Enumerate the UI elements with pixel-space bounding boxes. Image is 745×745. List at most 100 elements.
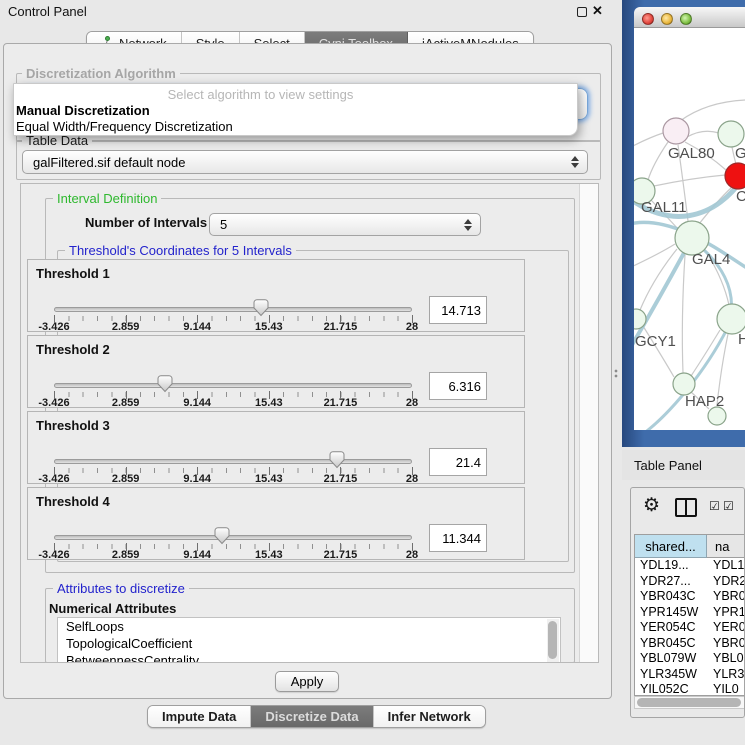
threshold-4-slider-thumb[interactable] xyxy=(214,527,230,545)
cell-name[interactable]: YBR0 xyxy=(707,589,745,605)
column-header-shared-name[interactable]: shared... xyxy=(635,535,707,558)
threshold-2-slider-track[interactable] xyxy=(54,383,412,388)
column-header-name[interactable]: na xyxy=(707,535,745,558)
bottom-tab-bar: Impute Data Discretize Data Infer Networ… xyxy=(147,705,486,728)
checkbox-icon-1[interactable]: ☑ xyxy=(709,499,720,513)
threshold-3-slider-track[interactable] xyxy=(54,459,412,464)
cell-name[interactable]: YIL0 xyxy=(707,682,745,696)
thresholds-group-label: Threshold's Coordinates for 5 Intervals xyxy=(65,243,296,258)
cell-shared-name[interactable]: YBR043C xyxy=(635,589,707,605)
threshold-3-slider-thumb[interactable] xyxy=(329,451,345,469)
threshold-2-label: Threshold 2 xyxy=(36,342,110,357)
minimize-window-icon[interactable] xyxy=(661,13,673,25)
threshold-4-slider-track[interactable] xyxy=(54,535,412,540)
tab-discretize-data[interactable]: Discretize Data xyxy=(251,706,373,727)
threshold-1-slider-thumb[interactable] xyxy=(253,299,269,317)
node-clipped-top-right[interactable] xyxy=(718,121,744,147)
node-selected-red[interactable] xyxy=(725,163,745,189)
table-row[interactable]: YPR145WYPR1 xyxy=(635,605,745,621)
node-label-clipped-ga: GA xyxy=(735,145,745,162)
cell-name[interactable]: YDL1 xyxy=(707,558,745,574)
table-row[interactable]: YDL19...YDL1 xyxy=(635,558,745,574)
cell-name[interactable]: YDR2 xyxy=(707,574,745,590)
number-of-intervals-value: 5 xyxy=(210,217,460,232)
numerical-attributes-label: Numerical Attributes xyxy=(49,601,176,616)
table-panel-titlebar: Table Panel xyxy=(622,450,745,480)
threshold-1-label: Threshold 1 xyxy=(36,266,110,281)
cell-name[interactable]: YLR3 xyxy=(707,667,745,683)
slider-tick-labels: -3.4262.8599.14415.4321.71528 xyxy=(54,549,412,561)
table-horizontal-scrollbar[interactable] xyxy=(634,696,745,709)
attribute-list-item[interactable]: SelfLoops xyxy=(58,618,560,635)
threshold-4-label: Threshold 4 xyxy=(36,494,110,509)
cell-name[interactable]: YBR0 xyxy=(707,636,745,652)
network-view-window: GAL80 GA C GAL11 GAL4 GCY1 H HAP2 xyxy=(622,0,745,447)
cell-shared-name[interactable]: YPR145W xyxy=(635,605,707,621)
discretization-algorithm-group-label: Discretization Algorithm xyxy=(22,66,180,81)
cell-shared-name[interactable]: YIL052C xyxy=(635,682,707,696)
number-of-intervals-combobox[interactable]: 5 xyxy=(209,213,481,236)
network-window-titlebar[interactable] xyxy=(634,7,745,28)
float-panel-icon[interactable] xyxy=(577,7,587,17)
table-row[interactable]: YIL052CYIL0 xyxy=(635,682,745,696)
table-row[interactable]: YLR345WYLR3 xyxy=(635,667,745,683)
node-label-clipped-c: C xyxy=(736,188,745,205)
table-row[interactable]: YDR27...YDR2 xyxy=(635,574,745,590)
attribute-list-item[interactable]: TopologicalCoefficient xyxy=(58,635,560,652)
cell-shared-name[interactable]: YDL19... xyxy=(635,558,707,574)
combo-arrows-icon xyxy=(567,156,583,168)
threshold-1-value-field[interactable]: 14.713 xyxy=(429,296,487,324)
threshold-2-slider-thumb[interactable] xyxy=(157,375,173,393)
table-row[interactable]: YER054CYER0 xyxy=(635,620,745,636)
table-row[interactable]: YBR045CYBR0 xyxy=(635,636,745,652)
threshold-4-value-field[interactable]: 11.344 xyxy=(429,524,487,552)
tab-infer-network-label: Infer Network xyxy=(388,709,471,724)
number-of-intervals-label: Number of Intervals xyxy=(85,215,207,230)
node-label-h: H xyxy=(738,331,745,348)
panel-divider-grip[interactable] xyxy=(614,369,619,378)
threshold-3-value-field[interactable]: 21.4 xyxy=(429,448,487,476)
node-gal80[interactable] xyxy=(663,118,689,144)
table-row[interactable]: YBL079WYBL0 xyxy=(635,651,745,667)
scrollpane-vertical-scrollbar[interactable] xyxy=(579,184,599,662)
node-label-gal11: GAL11 xyxy=(641,199,687,216)
column-layout-icon[interactable] xyxy=(675,498,697,517)
tab-impute-data[interactable]: Impute Data xyxy=(148,706,251,727)
interval-definition-group-label: Interval Definition xyxy=(53,191,161,206)
cell-shared-name[interactable]: YBL079W xyxy=(635,651,707,667)
cell-shared-name[interactable]: YDR27... xyxy=(635,574,707,590)
attributes-list-scrollbar[interactable] xyxy=(547,619,559,663)
zoom-window-icon[interactable] xyxy=(680,13,692,25)
node-label-gcy1: GCY1 xyxy=(635,333,676,350)
close-panel-icon[interactable]: ✕ xyxy=(592,3,603,19)
algorithm-placeholder-option[interactable]: Select algorithm to view settings xyxy=(14,87,507,102)
threshold-2-value-field[interactable]: 6.316 xyxy=(429,372,487,400)
attribute-list-item[interactable]: BetweennessCentrality xyxy=(58,652,560,663)
close-window-icon[interactable] xyxy=(642,13,654,25)
checkbox-icon-2[interactable]: ☑ xyxy=(723,499,734,513)
cell-shared-name[interactable]: YLR345W xyxy=(635,667,707,683)
threshold-2-panel: Threshold 2 -3.4262.8599.14415.4321.7152… xyxy=(27,335,525,408)
table-data-combobox[interactable]: galFiltered.sif default node xyxy=(22,150,588,174)
tab-infer-network[interactable]: Infer Network xyxy=(374,706,485,727)
algorithm-option-manual[interactable]: Manual Discretization xyxy=(16,103,150,118)
threshold-3-label: Threshold 3 xyxy=(36,418,110,433)
node-hap2[interactable] xyxy=(673,373,695,395)
cell-name[interactable]: YER0 xyxy=(707,620,745,636)
cell-name[interactable]: YPR1 xyxy=(707,605,745,621)
algorithm-option-equal-width[interactable]: Equal Width/Frequency Discretization xyxy=(16,119,233,134)
screenshot-root: Control Panel ✕ Network Style Select Cyn… xyxy=(0,0,745,745)
table-settings-gear-icon[interactable]: ⚙ xyxy=(643,494,660,517)
threshold-1-slider-track[interactable] xyxy=(54,307,412,312)
network-canvas[interactable]: GAL80 GA C GAL11 GAL4 GCY1 H HAP2 xyxy=(634,28,745,430)
tab-discretize-data-label: Discretize Data xyxy=(265,709,358,724)
cell-shared-name[interactable]: YER054C xyxy=(635,620,707,636)
table-row[interactable]: YBR043CYBR0 xyxy=(635,589,745,605)
node-h[interactable] xyxy=(717,304,745,334)
apply-button[interactable]: Apply xyxy=(275,671,339,692)
numerical-attributes-list[interactable]: SelfLoopsTopologicalCoefficientBetweenne… xyxy=(57,617,561,663)
scrollbar-thumb[interactable] xyxy=(637,698,741,707)
cell-shared-name[interactable]: YBR045C xyxy=(635,636,707,652)
node-gal4[interactable] xyxy=(675,221,709,255)
cell-name[interactable]: YBL0 xyxy=(707,651,745,667)
